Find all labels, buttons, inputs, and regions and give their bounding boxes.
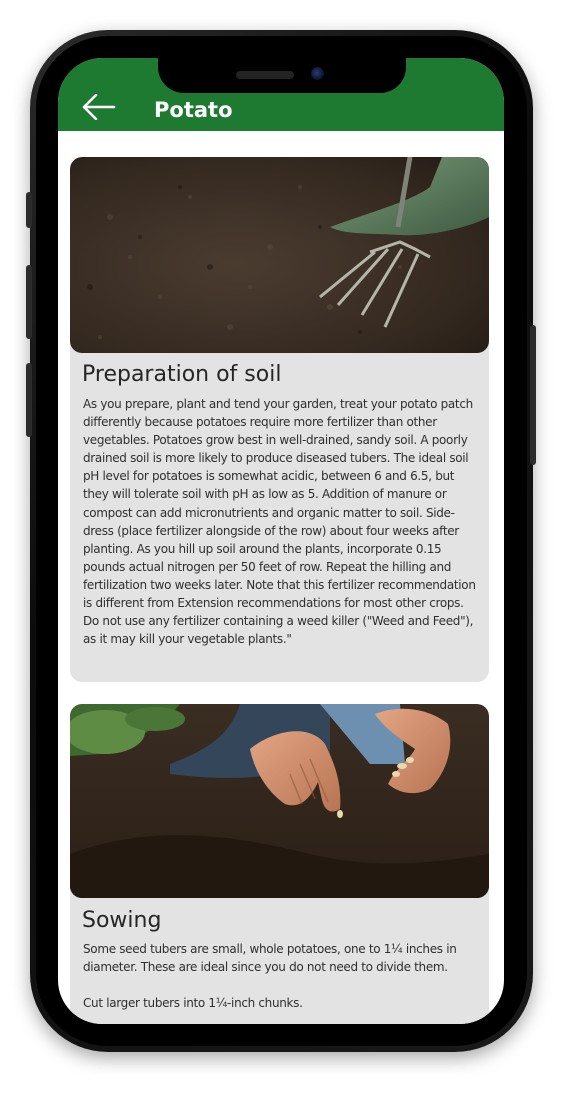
section-title: Preparation of soil: [82, 362, 282, 387]
back-arrow-icon[interactable]: [82, 94, 116, 120]
speaker-grille: [236, 71, 294, 79]
section-title: Sowing: [82, 908, 162, 933]
section-body-text: Some seed tubers are small, whole potato…: [83, 942, 457, 1011]
page-title: Potato: [154, 98, 233, 122]
front-camera: [311, 67, 324, 80]
phone-notch: [158, 58, 406, 93]
volume-up-button: [26, 265, 32, 339]
soil-fork-image: [70, 157, 489, 353]
section-body-text: As you prepare, plant and tend your gard…: [83, 397, 476, 647]
section-card-sowing[interactable]: Sowing Some seed tubers are small, whole…: [70, 704, 489, 1024]
app-screen: Potato Preparation of soil As you prepar…: [58, 58, 504, 1024]
volume-down-button: [26, 363, 32, 437]
power-button: [530, 325, 536, 465]
sowing-hands-image: [70, 704, 489, 898]
silent-switch: [26, 192, 32, 228]
section-card-soil-preparation[interactable]: Preparation of soil As you prepare, plan…: [70, 157, 489, 682]
